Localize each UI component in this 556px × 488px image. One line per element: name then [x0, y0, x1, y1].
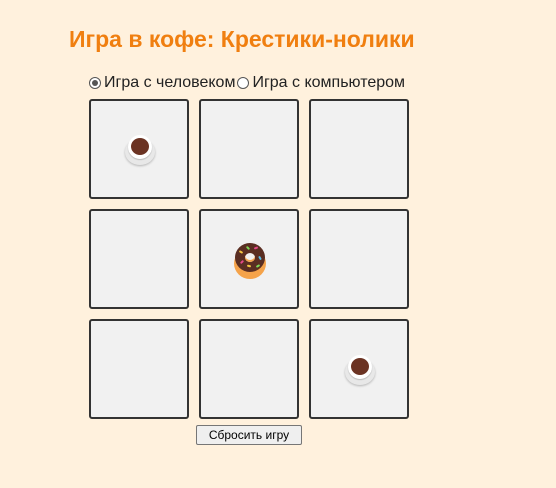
mode-computer-label: Игра с компьютером — [252, 74, 406, 91]
board-cell-9[interactable] — [309, 319, 409, 419]
coffee-cup-icon — [125, 135, 155, 165]
game-title: Игра в кофе: Крестики-нолики — [69, 26, 415, 52]
board-cell-6[interactable] — [309, 209, 409, 309]
board-cell-8[interactable] — [199, 319, 299, 419]
donut-icon — [234, 243, 266, 279]
reset-button[interactable]: Сбросить игру — [196, 425, 302, 445]
mode-selector: Игра с человеком Игра с компьютером — [89, 74, 405, 92]
mode-human[interactable]: Игра с человеком — [89, 74, 235, 92]
mode-computer-radio[interactable] — [237, 77, 250, 89]
board-cell-2[interactable] — [199, 99, 299, 199]
board-cell-3[interactable] — [309, 99, 409, 199]
board-cell-1[interactable] — [89, 99, 189, 199]
board-cell-4[interactable] — [89, 209, 189, 309]
mode-human-radio[interactable] — [89, 77, 101, 89]
board-cell-5[interactable] — [199, 209, 299, 309]
board-cell-7[interactable] — [89, 319, 189, 419]
mode-computer[interactable]: Игра с компьютером — [237, 74, 405, 92]
coffee-cup-icon — [345, 355, 375, 385]
mode-human-label: Игра с человеком — [104, 74, 236, 91]
